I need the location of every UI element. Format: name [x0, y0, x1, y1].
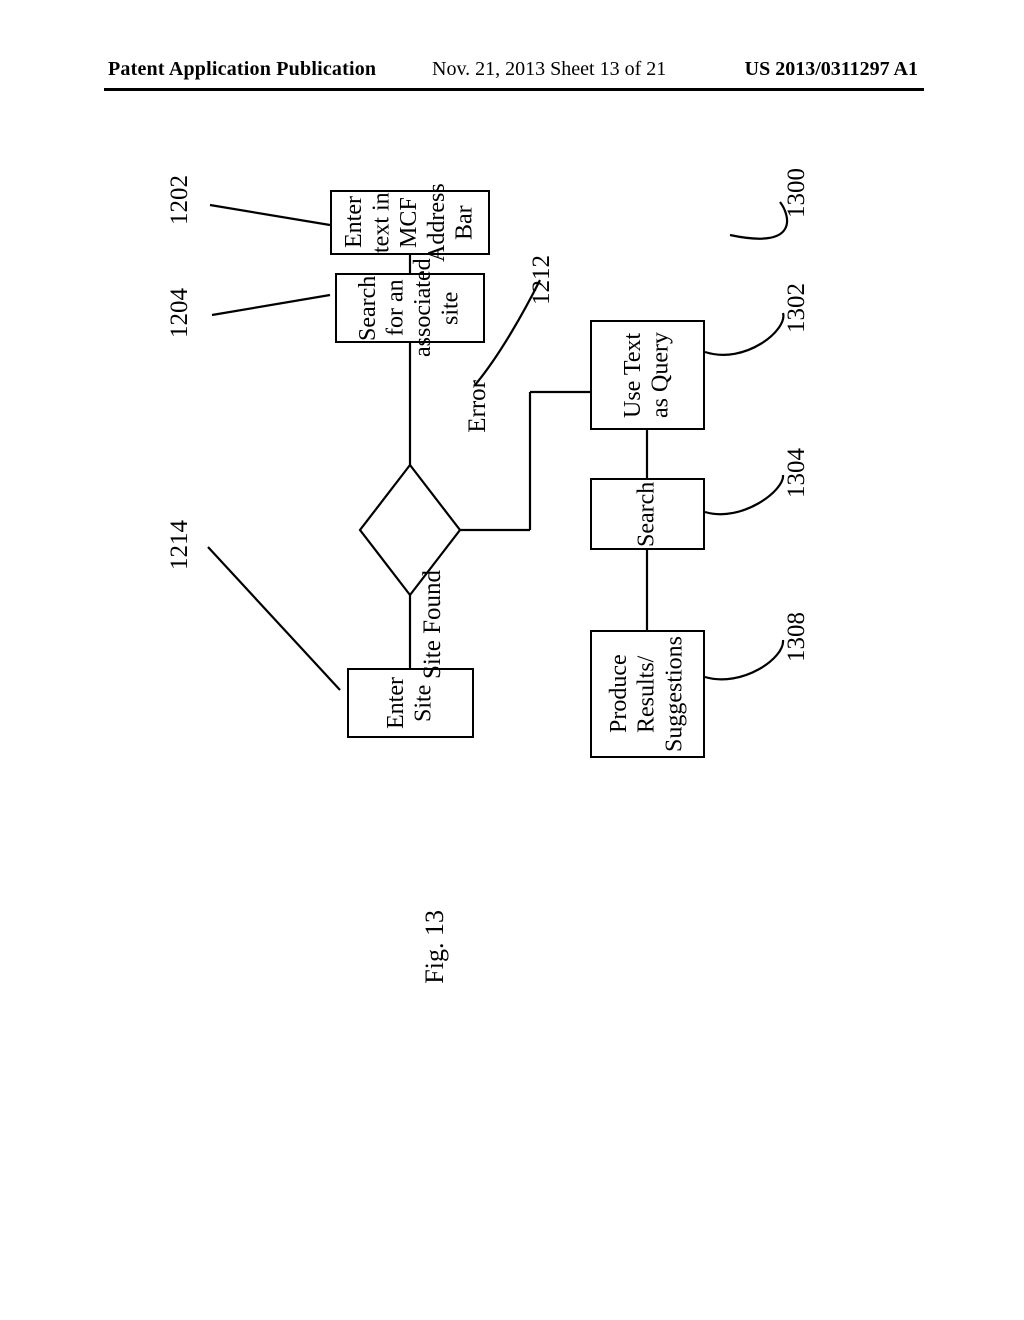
- box-search-label: Search: [596, 486, 699, 542]
- ref-1204: 1204: [166, 288, 194, 338]
- ref-1304: 1304: [783, 448, 811, 498]
- box-use-text-as-query-label: Use Text as Query: [596, 328, 699, 422]
- box-enter-site-label: Enter Site: [353, 676, 468, 730]
- ref-1300: 1300: [783, 168, 811, 218]
- ref-1202: 1202: [166, 175, 194, 225]
- box-use-text-as-query: Use Text as Query: [590, 320, 705, 430]
- ref-1214: 1214: [166, 520, 194, 570]
- header-left: Patent Application Publication: [108, 58, 376, 81]
- box-enter-text: Enter text in MCF Address Bar: [330, 190, 490, 255]
- header-mid: Nov. 21, 2013 Sheet 13 of 21: [432, 58, 666, 81]
- box-enter-text-label: Enter text in MCF Address Bar: [336, 198, 484, 247]
- box-produce-results: Produce Results/ Suggestions: [590, 630, 705, 758]
- ref-1308: 1308: [783, 612, 811, 662]
- header-right: US 2013/0311297 A1: [745, 58, 918, 81]
- page-header: Patent Application Publication Nov. 21, …: [0, 58, 1024, 98]
- ref-1212: 1212: [528, 255, 556, 305]
- figure-caption: Fig. 13: [420, 910, 450, 984]
- box-search: Search: [590, 478, 705, 550]
- box-enter-site: Enter Site: [347, 668, 474, 738]
- box-produce-results-label: Produce Results/ Suggestions: [596, 638, 699, 750]
- box-search-associated: Search for an associated site: [335, 273, 485, 343]
- header-rule: [104, 88, 924, 91]
- edge-label-site-found: Site Found: [419, 570, 447, 679]
- page: Patent Application Publication Nov. 21, …: [0, 0, 1024, 1320]
- flowchart: Enter text in MCF Address Bar Search for…: [130, 160, 900, 990]
- ref-1302: 1302: [783, 283, 811, 333]
- box-search-associated-label: Search for an associated site: [341, 281, 479, 335]
- edge-label-error: Error: [464, 380, 492, 433]
